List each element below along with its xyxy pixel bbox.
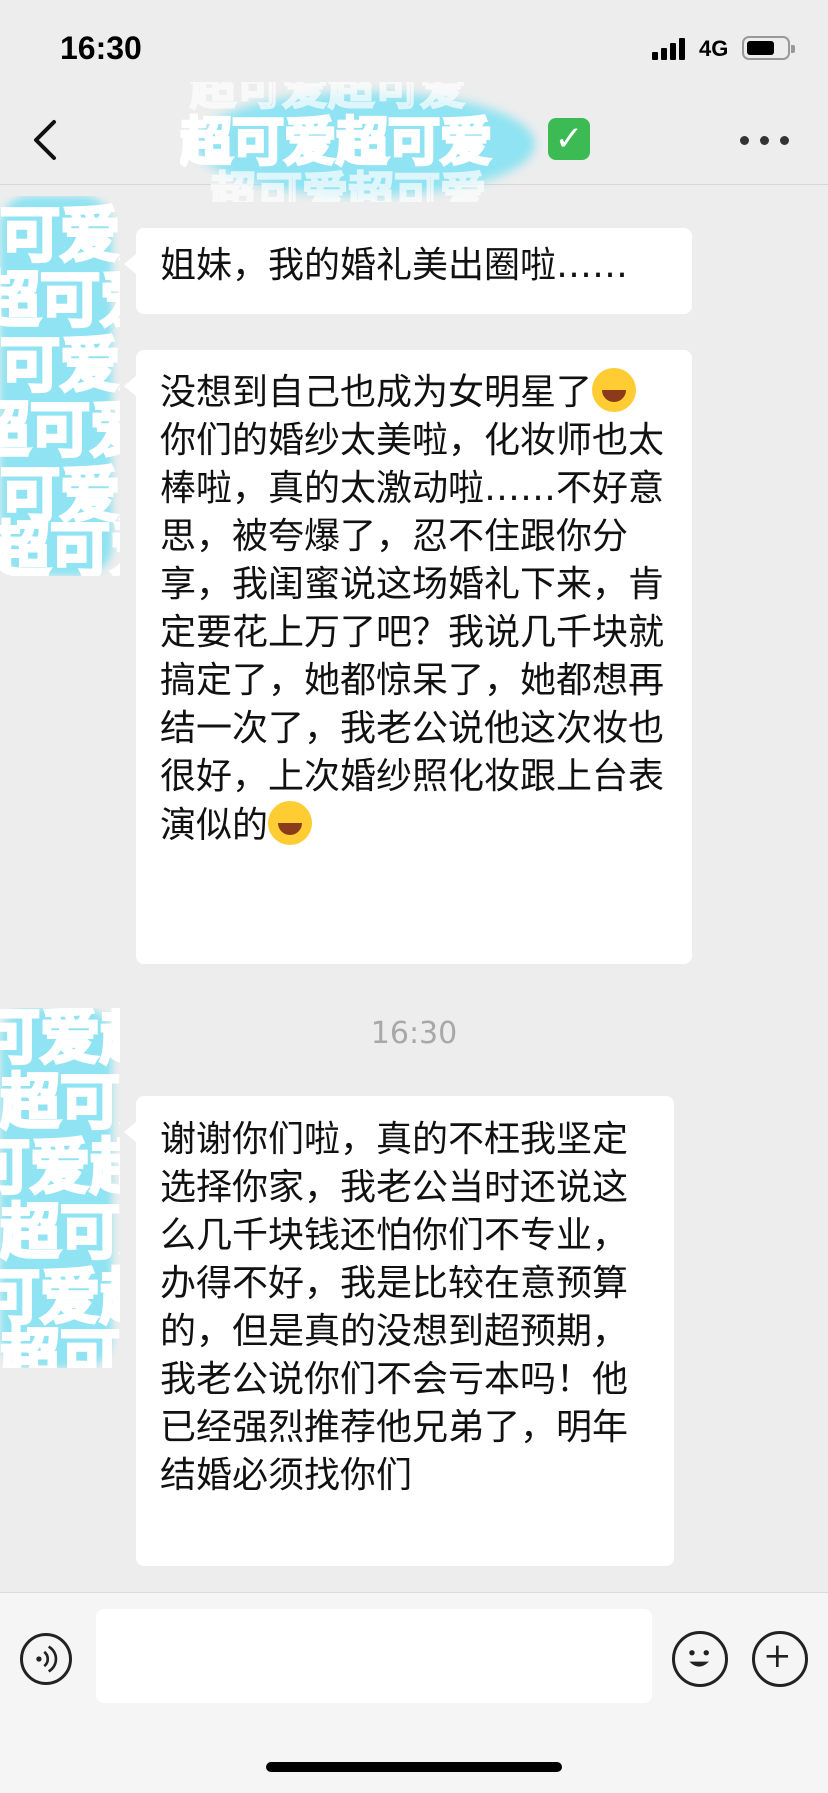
emoji-icon[interactable] (672, 1631, 728, 1687)
svg-text:超可爱: 超可爱 (0, 266, 120, 336)
chat-title-art: 超可爱超可爱 超可爱超可爱 超可爱超可爱 (180, 82, 535, 202)
message-text: 姐妹，我的婚礼美出圈啦…… (160, 245, 629, 286)
voice-icon[interactable] (20, 1633, 72, 1685)
plus-icon[interactable] (752, 1631, 808, 1687)
svg-text:超可爱: 超可爱 (0, 1198, 120, 1268)
message-bubble[interactable]: 谢谢你们啦，真的不枉我坚定选择你家，我老公当时还说这么几千块钱还怕你们不专业，办… (124, 1096, 674, 1566)
svg-text:可爱超: 可爱超 (0, 201, 120, 271)
laugh-cry-emoji-icon (592, 368, 637, 412)
laugh-cry-emoji-icon (268, 801, 313, 845)
back-chevron-icon[interactable] (26, 116, 66, 164)
svg-text:超可爱超可爱: 超可爱超可爱 (210, 167, 486, 202)
message-bubble[interactable]: 没想到自己也成为女明星了 你们的婚纱太美啦，化妆师也太棒啦，真的太激动啦……不好… (124, 350, 692, 964)
svg-text:超可爱超可爱: 超可爱超可爱 (180, 113, 492, 173)
more-dots-icon[interactable] (740, 136, 792, 148)
home-indicator[interactable] (266, 1762, 562, 1772)
svg-text:超可爱: 超可爱 (0, 1068, 120, 1138)
network-type: 4G (699, 36, 729, 61)
sender-avatar[interactable]: 可爱超超可爱可爱超 超可爱可爱超超可爱 (0, 1008, 120, 1368)
message-text: 没想到自己也成为女明星了 (160, 372, 593, 413)
chat-header: 超可爱超可爱 超可爱超可爱 超可爱超可爱 ✓ (0, 82, 828, 202)
message-input[interactable] (96, 1609, 652, 1703)
svg-text:超可爱: 超可爱 (0, 396, 120, 466)
message-timestamp: 16:30 (370, 1016, 458, 1051)
svg-text:超可爱超可爱: 超可爱超可爱 (190, 82, 466, 115)
status-time: 16:30 (60, 30, 142, 66)
battery-icon (742, 36, 795, 60)
message-text: 谢谢你们啦，真的不枉我坚定选择你家，我老公当时还说这么几千块钱还怕你们不专业，办… (160, 1119, 629, 1496)
svg-text:超可爱: 超可爱 (0, 1323, 120, 1368)
sender-avatar[interactable]: 可爱超超可爱可爱超 超可爱可爱超超可爱 (0, 196, 120, 576)
signal-icon (652, 36, 692, 60)
message-bubble[interactable]: 姐妹，我的婚礼美出圈啦…… (124, 228, 692, 314)
svg-text:可爱超: 可爱超 (0, 1133, 120, 1203)
check-mark-icon: ✓ (548, 118, 590, 160)
svg-text:超可爱: 超可爱 (0, 516, 120, 576)
message-text: 你们的婚纱太美啦，化妆师也太棒啦，真的太激动啦……不好意思，被夸爆了，忍不住跟你… (160, 420, 665, 846)
svg-text:可爱超: 可爱超 (0, 331, 120, 401)
